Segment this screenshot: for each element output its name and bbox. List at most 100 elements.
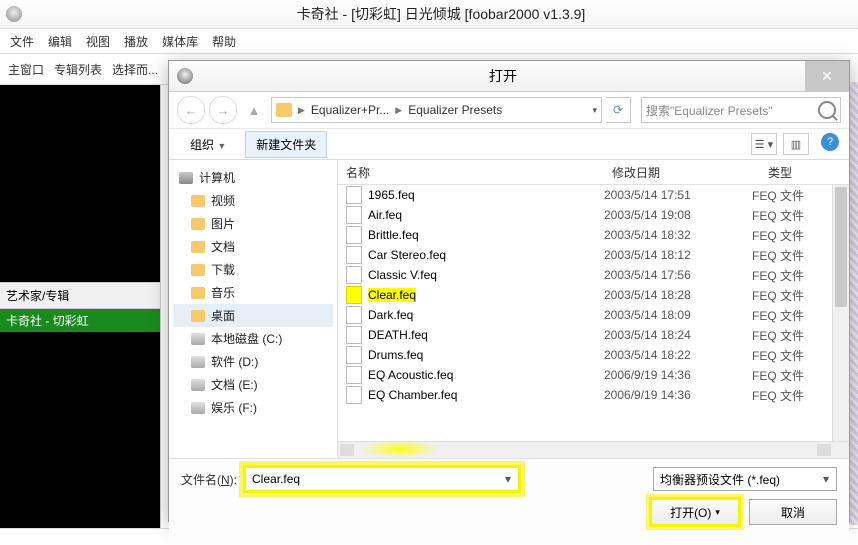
menu-play[interactable]: 播放	[124, 33, 148, 50]
tree-disk-e[interactable]: 文档 (E:)	[173, 373, 333, 396]
tree-downloads[interactable]: 下载	[173, 258, 333, 281]
dialog-navbar: ← → ▲ ▶ Equalizer+Pr... ▶ Equalizer Pres…	[169, 92, 849, 129]
filetype-filter[interactable]: 均衡器预设文件 (*.feq) ▾	[653, 467, 837, 491]
album-art-panel	[0, 85, 160, 282]
view-mode-button[interactable]: ☰ ▾	[751, 133, 777, 155]
tab-select[interactable]: 选择而...	[112, 61, 158, 78]
menu-file[interactable]: 文件	[10, 33, 34, 50]
search-placeholder: 搜索"Equalizer Presets"	[646, 102, 773, 119]
file-row[interactable]: Brittle.feq2003/5/14 18:32FEQ 文件	[338, 225, 849, 245]
filename-input[interactable]: Clear.feq ▾	[245, 467, 519, 491]
menu-view[interactable]: 视图	[86, 33, 110, 50]
file-row[interactable]: EQ Acoustic.feq2006/9/19 14:36FEQ 文件	[338, 365, 849, 385]
file-name: EQ Chamber.feq	[368, 388, 457, 402]
file-icon	[346, 266, 362, 284]
file-icon	[346, 326, 362, 344]
file-row[interactable]: Clear.feq2003/5/14 18:28FEQ 文件	[338, 285, 849, 305]
file-icon	[346, 186, 362, 204]
file-row[interactable]: Car Stereo.feq2003/5/14 18:12FEQ 文件	[338, 245, 849, 265]
breadcrumb-seg-1[interactable]: Equalizer+Pr...	[307, 103, 393, 117]
menu-help[interactable]: 帮助	[212, 33, 236, 50]
chevron-down-icon[interactable]: ▾	[500, 470, 516, 488]
menu-library[interactable]: 媒体库	[162, 33, 198, 50]
folder-tree: 计算机 视频 图片 文档 下载 音乐 桌面 本地磁盘 (C:) 软件 (D:) …	[169, 160, 338, 458]
artist-selected[interactable]: 卡奇社 - 切彩虹	[0, 309, 160, 332]
file-row[interactable]: DEATH.feq2003/5/14 18:24FEQ 文件	[338, 325, 849, 345]
col-name[interactable]: 名称	[338, 164, 604, 181]
file-name: EQ Acoustic.feq	[368, 368, 453, 382]
folder-icon	[191, 241, 205, 253]
vertical-scrollbar[interactable]	[832, 185, 849, 441]
tree-disk-d[interactable]: 软件 (D:)	[173, 350, 333, 373]
organize-button[interactable]: 组织 ▼	[179, 131, 237, 158]
file-icon	[346, 206, 362, 224]
file-date: 2006/9/19 14:36	[596, 388, 744, 402]
file-icon	[346, 226, 362, 244]
disk-icon	[191, 379, 205, 391]
tree-computer[interactable]: 计算机	[173, 166, 333, 189]
search-input[interactable]: 搜索"Equalizer Presets"	[641, 97, 841, 123]
tab-album[interactable]: 专辑列表	[54, 61, 102, 78]
tree-documents[interactable]: 文档	[173, 235, 333, 258]
tab-main[interactable]: 主窗口	[8, 61, 44, 78]
file-name: Dark.feq	[368, 308, 413, 322]
file-name: Car Stereo.feq	[368, 248, 446, 262]
file-row[interactable]: Dark.feq2003/5/14 18:09FEQ 文件	[338, 305, 849, 325]
file-row[interactable]: EQ Chamber.feq2006/9/19 14:36FEQ 文件	[338, 385, 849, 405]
file-name: 1965.feq	[368, 188, 415, 202]
preview-pane-button[interactable]: ▥	[783, 133, 809, 155]
file-icon	[346, 306, 362, 324]
file-date: 2003/5/14 18:32	[596, 228, 744, 242]
file-name: Brittle.feq	[368, 228, 419, 242]
open-button[interactable]: 打开(O) ▾	[651, 499, 739, 525]
file-row[interactable]: Air.feq2003/5/14 19:08FEQ 文件	[338, 205, 849, 225]
chevron-down-icon[interactable]: ▾	[818, 470, 834, 488]
file-list: 1965.feq2003/5/14 17:51FEQ 文件Air.feq2003…	[338, 185, 849, 441]
disk-icon	[191, 402, 205, 414]
file-row[interactable]: 1965.feq2003/5/14 17:51FEQ 文件	[338, 185, 849, 205]
file-row[interactable]: Classic V.feq2003/5/14 17:56FEQ 文件	[338, 265, 849, 285]
horizontal-scrollbar[interactable]	[338, 441, 849, 458]
file-name: Classic V.feq	[368, 268, 437, 282]
tree-music[interactable]: 音乐	[173, 281, 333, 304]
close-button[interactable]: ✕	[805, 61, 849, 91]
tree-video[interactable]: 视频	[173, 189, 333, 212]
refresh-button[interactable]: ⟳	[606, 97, 631, 123]
artist-header: 艺术家/专辑	[0, 282, 160, 309]
artist-list: 卡奇社 - 切彩虹	[0, 309, 160, 332]
file-name: Clear.feq	[368, 288, 416, 302]
menu-edit[interactable]: 编辑	[48, 33, 72, 50]
tree-disk-f[interactable]: 娱乐 (F:)	[173, 396, 333, 419]
dialog-icon	[177, 68, 193, 84]
filename-label: 文件名(N):	[181, 471, 237, 488]
file-icon	[346, 346, 362, 364]
new-folder-button[interactable]: 新建文件夹	[245, 131, 327, 158]
chevron-down-icon[interactable]: ▾	[592, 105, 597, 116]
file-icon	[346, 246, 362, 264]
col-date[interactable]: 修改日期	[604, 164, 760, 181]
folder-icon	[191, 287, 205, 299]
nav-back-button[interactable]: ←	[177, 96, 205, 124]
titlebar: 卡奇社 - [切彩虹] 日光倾城 [foobar2000 v1.3.9]	[0, 0, 858, 29]
file-row[interactable]: Drums.feq2003/5/14 18:22FEQ 文件	[338, 345, 849, 365]
annotation-highlight	[360, 440, 440, 458]
tree-pictures[interactable]: 图片	[173, 212, 333, 235]
tree-disk-c[interactable]: 本地磁盘 (C:)	[173, 327, 333, 350]
nav-forward-button[interactable]: →	[209, 96, 237, 124]
folder-icon	[191, 218, 205, 230]
breadcrumb-seg-2[interactable]: Equalizer Presets	[404, 103, 506, 117]
file-date: 2003/5/14 17:56	[596, 268, 744, 282]
app-icon	[6, 6, 22, 22]
dialog-title: 打开	[201, 66, 805, 86]
file-date: 2003/5/14 18:28	[596, 288, 744, 302]
nav-up-button[interactable]: ▲	[241, 97, 267, 123]
folder-icon	[191, 264, 205, 276]
breadcrumb[interactable]: ▶ Equalizer+Pr... ▶ Equalizer Presets ▾	[271, 97, 602, 123]
help-button[interactable]: ?	[821, 133, 839, 151]
tree-desktop[interactable]: 桌面	[173, 304, 333, 327]
col-type[interactable]: 类型	[760, 164, 849, 181]
file-date: 2006/9/19 14:36	[596, 368, 744, 382]
chevron-right-icon: ▶	[395, 105, 402, 116]
cancel-button[interactable]: 取消	[749, 499, 837, 525]
window-title: 卡奇社 - [切彩虹] 日光倾城 [foobar2000 v1.3.9]	[30, 4, 852, 24]
